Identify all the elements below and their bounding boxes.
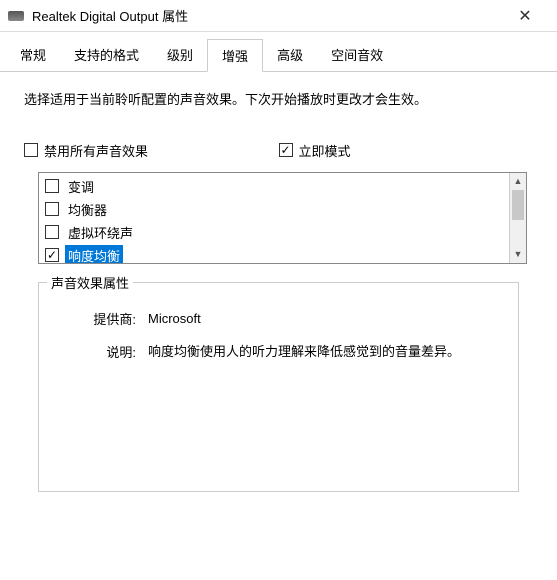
enhancements-panel: 选择适用于当前聆听配置的声音效果。下次开始播放时更改才会生效。 禁用所有声音效果…: [0, 72, 557, 510]
effect-label: 虚拟环绕声: [65, 222, 136, 243]
disable-all-effects-label: 禁用所有声音效果: [44, 141, 148, 160]
scroll-up-button[interactable]: ▲: [510, 173, 526, 190]
disable-all-effects-checkbox[interactable]: [24, 143, 38, 157]
effect-item[interactable]: 变调: [43, 175, 505, 198]
sound-device-icon: [8, 11, 24, 21]
effect-checkbox[interactable]: [45, 202, 59, 216]
provider-value: Microsoft: [148, 309, 504, 330]
group-title: 声音效果属性: [47, 273, 133, 292]
effect-item[interactable]: 均衡器: [43, 198, 505, 221]
close-button[interactable]: ✕: [505, 6, 545, 26]
provider-row: 提供商: Microsoft: [53, 309, 504, 330]
effect-label: 响度均衡: [65, 245, 123, 263]
tab-enhance[interactable]: 增强: [207, 39, 263, 72]
tab-general[interactable]: 常规: [6, 39, 60, 72]
effects-list[interactable]: 变调均衡器虚拟环绕声响度均衡 ▲ ▼: [38, 172, 527, 264]
effects-items: 变调均衡器虚拟环绕声响度均衡: [39, 173, 509, 263]
intro-text: 选择适用于当前聆听配置的声音效果。下次开始播放时更改才会生效。: [24, 90, 533, 111]
effect-item[interactable]: 虚拟环绕声: [43, 221, 505, 244]
tab-spatial[interactable]: 空间音效: [317, 39, 397, 72]
effect-properties-group: 声音效果属性 提供商: Microsoft 说明: 响度均衡使用人的听力理解来降…: [38, 282, 519, 492]
effect-label: 均衡器: [65, 199, 110, 220]
provider-label: 提供商:: [53, 309, 148, 330]
effect-checkbox[interactable]: [45, 225, 59, 239]
effect-label: 变调: [65, 176, 97, 197]
disable-all-effects-option[interactable]: 禁用所有声音效果: [24, 141, 279, 160]
effect-checkbox[interactable]: [45, 248, 59, 262]
description-value: 响度均衡使用人的听力理解来降低感觉到的音量差异。: [148, 342, 504, 363]
scroll-down-button[interactable]: ▼: [510, 246, 526, 263]
tabs: 常规支持的格式级别增强高级空间音效: [0, 32, 557, 72]
scroll-track[interactable]: [510, 190, 526, 246]
description-label: 说明:: [53, 342, 148, 363]
titlebar: Realtek Digital Output 属性 ✕: [0, 0, 557, 32]
description-row: 说明: 响度均衡使用人的听力理解来降低感觉到的音量差异。: [53, 342, 504, 363]
tab-levels[interactable]: 级别: [153, 39, 207, 72]
immediate-mode-label: 立即模式: [299, 141, 351, 160]
effect-checkbox[interactable]: [45, 179, 59, 193]
tab-advanced[interactable]: 高级: [263, 39, 317, 72]
top-options-row: 禁用所有声音效果 立即模式: [24, 141, 533, 160]
immediate-mode-checkbox[interactable]: [279, 143, 293, 157]
scroll-thumb[interactable]: [512, 190, 524, 220]
effect-item[interactable]: 响度均衡: [43, 244, 505, 263]
immediate-mode-option[interactable]: 立即模式: [279, 141, 534, 160]
window-title: Realtek Digital Output 属性: [32, 6, 188, 25]
tab-formats[interactable]: 支持的格式: [60, 39, 153, 72]
scrollbar[interactable]: ▲ ▼: [509, 173, 526, 263]
